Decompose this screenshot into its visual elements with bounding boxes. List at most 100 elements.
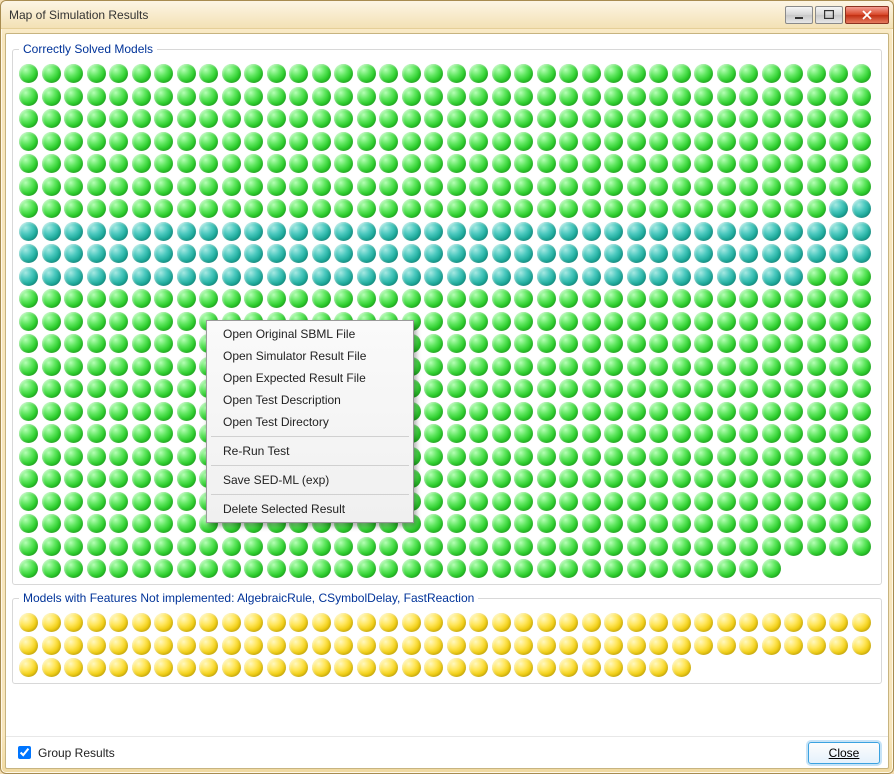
result-dot[interactable]	[717, 334, 736, 353]
result-dot[interactable]	[604, 514, 623, 533]
result-dot[interactable]	[199, 289, 218, 308]
result-dot[interactable]	[469, 244, 488, 263]
result-dot[interactable]	[672, 636, 691, 655]
result-dot[interactable]	[177, 244, 196, 263]
result-dot[interactable]	[289, 177, 308, 196]
result-dot[interactable]	[829, 492, 848, 511]
result-dot[interactable]	[154, 109, 173, 128]
result-dot[interactable]	[852, 177, 871, 196]
result-dot[interactable]	[784, 636, 803, 655]
result-dot[interactable]	[762, 357, 781, 376]
result-dot[interactable]	[537, 559, 556, 578]
result-dot[interactable]	[784, 177, 803, 196]
result-dot[interactable]	[604, 424, 623, 443]
result-dot[interactable]	[762, 64, 781, 83]
result-dot[interactable]	[244, 658, 263, 677]
result-dot[interactable]	[672, 154, 691, 173]
result-dot[interactable]	[739, 559, 758, 578]
result-dot[interactable]	[537, 334, 556, 353]
result-dot[interactable]	[379, 267, 398, 286]
result-dot[interactable]	[627, 109, 646, 128]
close-button[interactable]: Close	[808, 742, 880, 764]
result-dot[interactable]	[717, 613, 736, 632]
result-dot[interactable]	[604, 289, 623, 308]
result-dot[interactable]	[132, 289, 151, 308]
result-dot[interactable]	[424, 154, 443, 173]
result-dot[interactable]	[649, 132, 668, 151]
result-dot[interactable]	[357, 109, 376, 128]
result-dot[interactable]	[469, 289, 488, 308]
result-dot[interactable]	[424, 267, 443, 286]
result-dot[interactable]	[649, 312, 668, 331]
result-dot[interactable]	[132, 154, 151, 173]
result-dot[interactable]	[627, 424, 646, 443]
result-dot[interactable]	[829, 357, 848, 376]
result-dot[interactable]	[334, 658, 353, 677]
result-dot[interactable]	[222, 154, 241, 173]
result-dot[interactable]	[739, 222, 758, 241]
result-dot[interactable]	[109, 177, 128, 196]
result-dot[interactable]	[289, 244, 308, 263]
result-dot[interactable]	[829, 379, 848, 398]
result-dot[interactable]	[64, 334, 83, 353]
result-dot[interactable]	[19, 537, 38, 556]
result-dot[interactable]	[289, 537, 308, 556]
result-dot[interactable]	[717, 64, 736, 83]
result-dot[interactable]	[19, 514, 38, 533]
result-dot[interactable]	[582, 537, 601, 556]
result-dot[interactable]	[582, 613, 601, 632]
result-dot[interactable]	[559, 537, 578, 556]
result-dot[interactable]	[694, 537, 713, 556]
result-dot[interactable]	[784, 132, 803, 151]
result-dot[interactable]	[582, 559, 601, 578]
result-dot[interactable]	[312, 64, 331, 83]
result-dot[interactable]	[289, 636, 308, 655]
result-dot[interactable]	[64, 289, 83, 308]
result-dot[interactable]	[312, 613, 331, 632]
result-dot[interactable]	[469, 636, 488, 655]
result-dot[interactable]	[672, 357, 691, 376]
result-dot[interactable]	[64, 222, 83, 241]
result-dot[interactable]	[447, 312, 466, 331]
result-dot[interactable]	[199, 244, 218, 263]
result-dot[interactable]	[19, 447, 38, 466]
result-dot[interactable]	[424, 289, 443, 308]
result-dot[interactable]	[829, 154, 848, 173]
result-dot[interactable]	[807, 379, 826, 398]
result-dot[interactable]	[177, 613, 196, 632]
result-dot[interactable]	[762, 132, 781, 151]
result-dot[interactable]	[784, 447, 803, 466]
result-dot[interactable]	[604, 334, 623, 353]
result-dot[interactable]	[42, 559, 61, 578]
result-dot[interactable]	[154, 469, 173, 488]
result-dot[interactable]	[334, 559, 353, 578]
result-dot[interactable]	[672, 87, 691, 106]
result-dot[interactable]	[672, 492, 691, 511]
result-dot[interactable]	[604, 267, 623, 286]
result-dot[interactable]	[109, 658, 128, 677]
result-dot[interactable]	[739, 64, 758, 83]
result-dot[interactable]	[334, 636, 353, 655]
result-dot[interactable]	[312, 537, 331, 556]
result-dot[interactable]	[19, 658, 38, 677]
result-dot[interactable]	[64, 402, 83, 421]
result-dot[interactable]	[267, 199, 286, 218]
result-dot[interactable]	[469, 658, 488, 677]
result-dot[interactable]	[582, 64, 601, 83]
result-dot[interactable]	[582, 379, 601, 398]
result-dot[interactable]	[87, 424, 106, 443]
result-dot[interactable]	[627, 357, 646, 376]
result-dot[interactable]	[559, 109, 578, 128]
result-dot[interactable]	[244, 132, 263, 151]
result-dot[interactable]	[537, 636, 556, 655]
result-dot[interactable]	[627, 177, 646, 196]
menu-item[interactable]: Open Test Description	[209, 389, 411, 411]
result-dot[interactable]	[154, 334, 173, 353]
result-dot[interactable]	[559, 334, 578, 353]
result-dot[interactable]	[627, 402, 646, 421]
result-dot[interactable]	[312, 109, 331, 128]
result-dot[interactable]	[829, 334, 848, 353]
result-dot[interactable]	[64, 447, 83, 466]
result-dot[interactable]	[694, 492, 713, 511]
result-dot[interactable]	[829, 289, 848, 308]
